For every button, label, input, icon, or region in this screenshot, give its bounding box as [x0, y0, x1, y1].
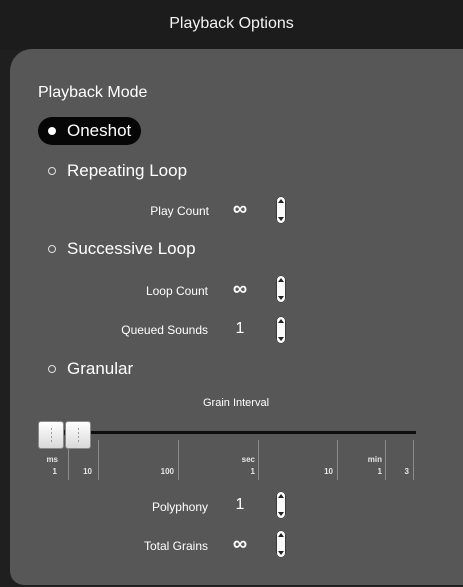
scale-number: 10: [83, 467, 92, 476]
scale-number: 100: [160, 467, 174, 476]
mode-successive-loop[interactable]: Successive Loop: [38, 235, 206, 263]
radio-unselected-icon: [48, 365, 56, 373]
scale-tick: [385, 440, 386, 480]
polyphony-label: Polyphony: [151, 500, 208, 514]
section-title-playback-mode: Playback Mode: [38, 84, 148, 101]
arrow-up-icon: [278, 278, 284, 282]
play-count-value: ∞: [232, 198, 248, 220]
mode-label: Repeating Loop: [67, 161, 188, 180]
scale-tick: [337, 440, 338, 480]
polyphony-value: 1: [235, 496, 245, 513]
mode-repeating-loop[interactable]: Repeating Loop: [38, 157, 197, 185]
grain-interval-slider-track[interactable]: [38, 431, 416, 434]
queued-sounds-value: 1: [235, 320, 245, 337]
grain-interval-min-handle[interactable]: [38, 421, 64, 449]
arrow-up-icon: [278, 533, 284, 537]
total-grains-label: Total Grains: [143, 539, 208, 553]
scale-number: 10: [324, 467, 333, 476]
play-count-stepper[interactable]: [276, 196, 286, 224]
scale-number: 1: [52, 467, 57, 476]
radio-selected-icon: [48, 127, 56, 135]
arrow-up-icon: [278, 319, 284, 323]
arrow-up-icon: [278, 494, 284, 498]
loop-count-label: Loop Count: [145, 284, 208, 298]
arrow-up-icon: [278, 199, 284, 203]
arrow-down-icon: [278, 296, 284, 300]
scale-number: 1: [377, 467, 382, 476]
scale-tick: [68, 448, 69, 480]
scale-number: 3: [404, 467, 409, 476]
total-grains-stepper[interactable]: [276, 530, 286, 558]
mode-label: Granular: [67, 359, 134, 378]
grain-interval-max-handle[interactable]: [65, 421, 91, 449]
scale-tick: [98, 440, 99, 480]
title-bar: Playback Options: [0, 0, 463, 50]
scale-tick: [413, 440, 414, 480]
play-count-label: Play Count: [150, 204, 209, 218]
queued-sounds-stepper[interactable]: [276, 316, 286, 344]
grain-interval-label: Grain Interval: [203, 397, 270, 409]
arrow-down-icon: [278, 551, 284, 555]
polyphony-stepper[interactable]: [276, 491, 286, 519]
scale-tick: [258, 440, 259, 480]
total-grains-value: ∞: [232, 533, 248, 555]
radio-unselected-icon: [48, 245, 56, 253]
mode-oneshot[interactable]: Oneshot: [38, 117, 142, 145]
mode-granular[interactable]: Granular: [38, 355, 143, 383]
arrow-down-icon: [278, 512, 284, 516]
queued-sounds-label: Queued Sounds: [121, 323, 208, 337]
radio-unselected-icon: [48, 167, 56, 175]
mode-label: Oneshot: [67, 121, 132, 140]
scale-unit-sec: sec: [241, 455, 255, 464]
arrow-down-icon: [278, 337, 284, 341]
window-title: Playback Options: [169, 15, 294, 32]
mode-label: Successive Loop: [67, 239, 196, 258]
loop-count-stepper[interactable]: [276, 275, 286, 303]
arrow-down-icon: [278, 217, 284, 221]
scale-number: 1: [250, 467, 255, 476]
scale-tick: [178, 440, 179, 480]
loop-count-value: ∞: [232, 278, 248, 300]
scale-unit-min: min: [367, 455, 382, 464]
scale-unit-ms: ms: [46, 455, 58, 464]
